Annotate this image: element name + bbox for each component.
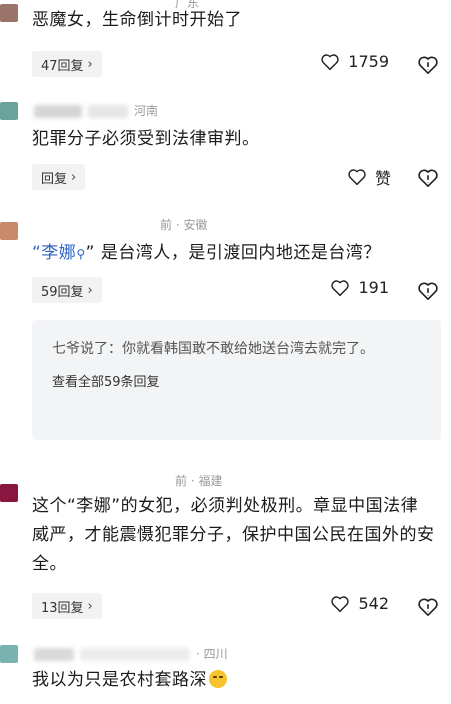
laughing-emoji-icon	[209, 670, 227, 688]
heart-icon	[347, 168, 367, 186]
blurred-username	[88, 105, 128, 118]
heart-icon	[330, 595, 350, 613]
comment-location: 前 · 安徽	[160, 218, 208, 232]
comment-meta: 河南	[34, 102, 158, 119]
heart-icon	[320, 53, 340, 71]
reply-count: 47回复	[41, 58, 84, 74]
chevron-right-icon: ›	[87, 282, 93, 298]
comment-text: 我以为只是农村套路深	[32, 666, 431, 695]
thumbs-down-heart-icon[interactable]	[417, 55, 439, 75]
comment-body: 我以为只是农村套路深	[32, 670, 207, 690]
thumbs-down-heart-icon[interactable]	[417, 281, 439, 301]
chevron-right-icon: ›	[87, 56, 93, 72]
avatar[interactable]	[0, 645, 18, 663]
reply-preview-box[interactable]: 七爷说了：你就看韩国敢不敢给她送台湾去就完了。 查看全部59条回复	[32, 320, 441, 440]
avatar[interactable]	[0, 102, 18, 120]
avatar[interactable]	[0, 222, 18, 240]
comment-body: 是台湾人，是引渡回内地还是台湾？	[100, 243, 381, 263]
blurred-username	[34, 105, 82, 118]
like-count: 191	[358, 278, 389, 297]
reply-button[interactable]: 回复 ›	[32, 164, 86, 190]
like-label: 赞	[374, 169, 391, 188]
blurred-username	[80, 648, 190, 661]
chevron-right-icon: ›	[87, 598, 93, 614]
comment-text: 这个“李娜”的女犯，必须判处极刑。章显中国法律威严，才能震慑犯罪分子，保护中国公…	[32, 496, 435, 574]
comment-meta: · 四川	[34, 645, 228, 662]
comment-location: 前 · 福建	[175, 474, 223, 488]
avatar[interactable]	[0, 4, 18, 22]
like-button[interactable]: 542	[330, 594, 389, 613]
reply-label: 回复	[41, 171, 68, 187]
avatar[interactable]	[0, 484, 18, 502]
comment-location: 河南	[134, 104, 159, 118]
comment-location: · 四川	[196, 647, 228, 661]
like-count: 1759	[348, 52, 389, 71]
comment-text: 恶魔女，生命倒计时开始了	[32, 10, 242, 30]
comment-text: “李娜⚲” 是台湾人，是引渡回内地还是台湾？	[32, 239, 431, 269]
blurred-username	[34, 648, 74, 661]
thumbs-down-heart-icon[interactable]	[417, 597, 439, 617]
reply-count: 13回复	[41, 600, 84, 616]
mention-close: ”	[85, 243, 95, 263]
reply-preview-text: 七爷说了：你就看韩国敢不敢给她送台湾去就完了。	[52, 341, 374, 357]
reply-button[interactable]: 13回复 ›	[32, 593, 102, 619]
reply-button[interactable]: 47回复 ›	[32, 51, 102, 77]
thumbs-down-heart-icon[interactable]	[417, 168, 439, 188]
heart-icon	[330, 279, 350, 297]
mention-link[interactable]: “李娜⚲	[32, 243, 86, 263]
like-button[interactable]: 1759	[320, 52, 389, 71]
like-button[interactable]: 191	[330, 278, 389, 297]
reply-button[interactable]: 59回复 ›	[32, 277, 102, 303]
like-count: 542	[358, 594, 389, 613]
like-button[interactable]: 赞	[347, 165, 391, 189]
reply-count: 59回复	[41, 284, 84, 300]
chevron-right-icon: ›	[71, 169, 77, 185]
comment-text: 犯罪分子必须受到法律审判。	[32, 129, 260, 149]
view-all-replies-link[interactable]: 查看全部59条回复	[52, 371, 423, 390]
